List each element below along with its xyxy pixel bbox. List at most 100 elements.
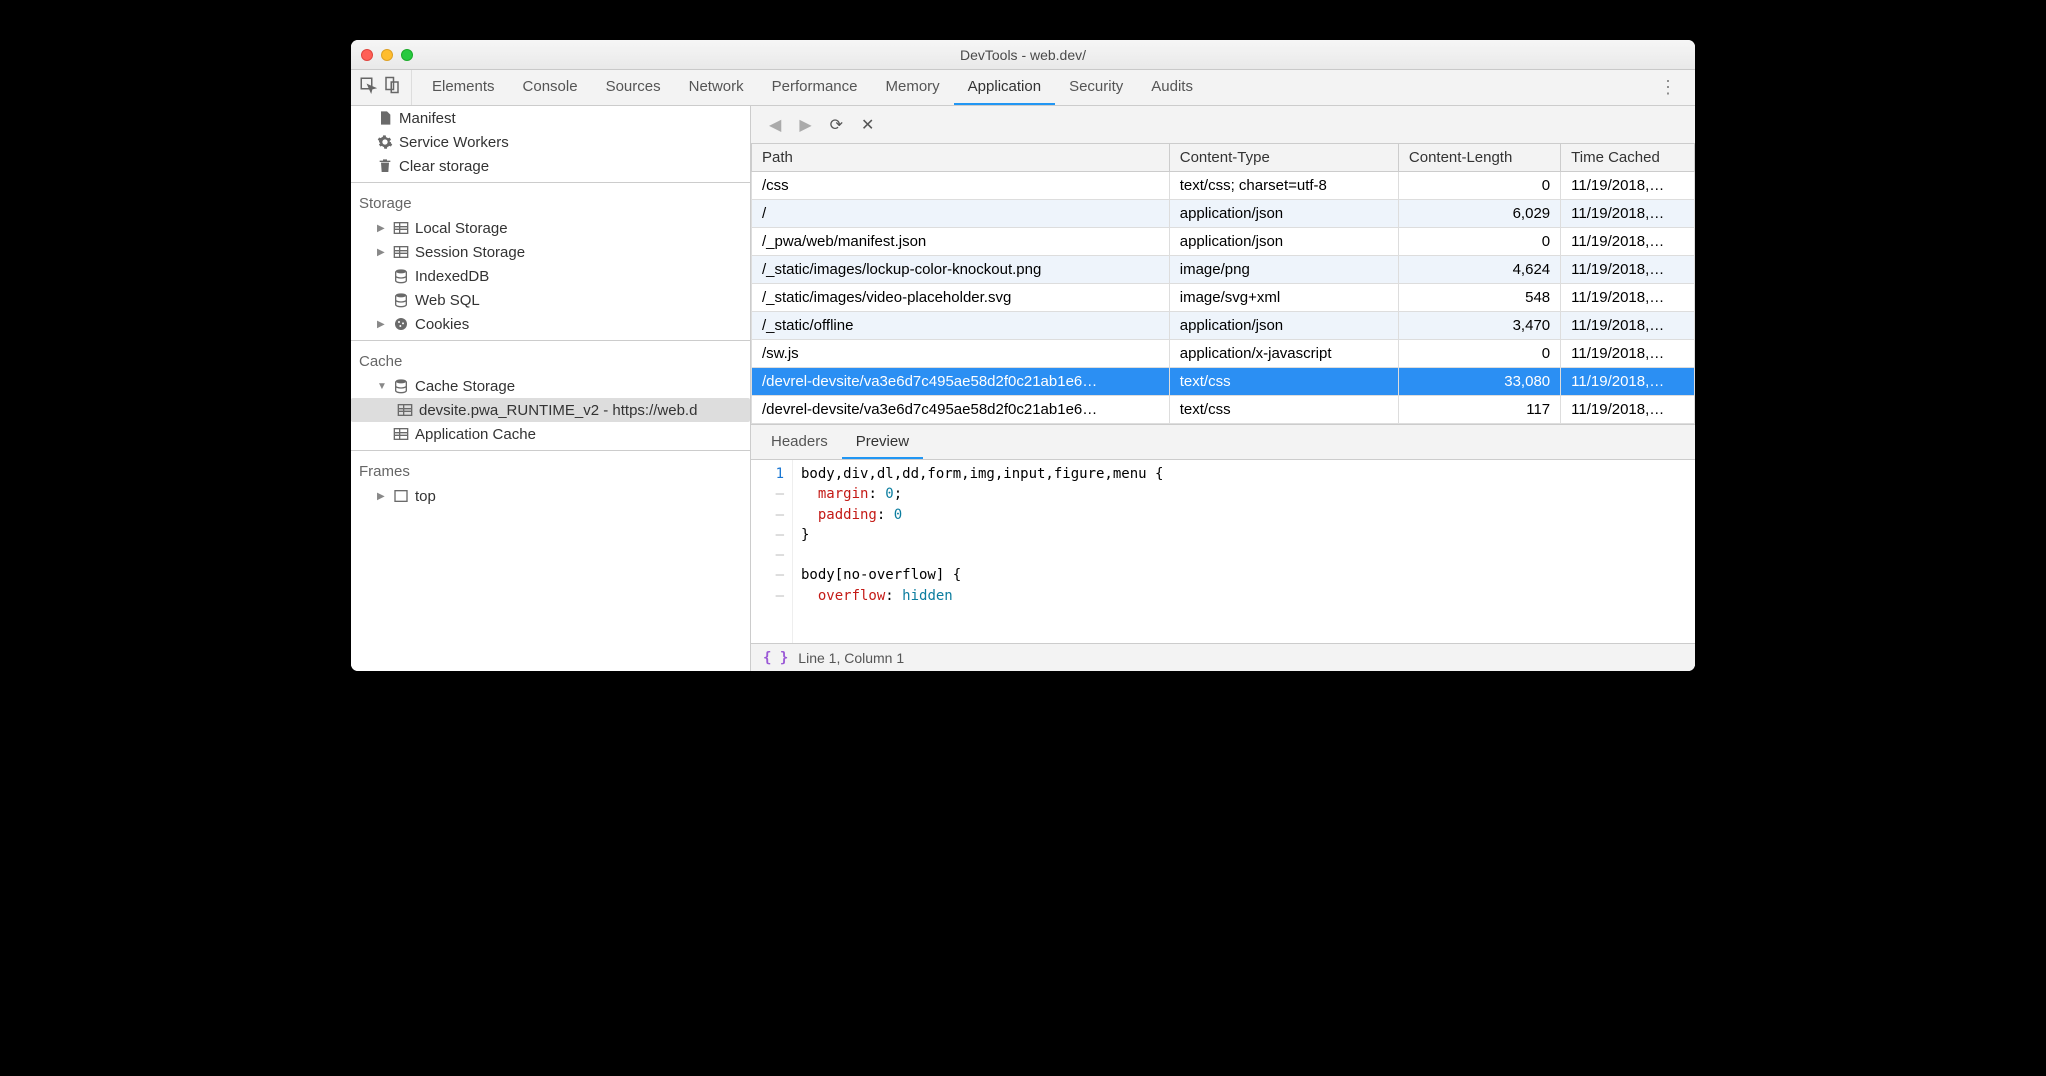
cache-table: Path Content-Type Content-Length Time Ca… (751, 144, 1695, 424)
tab-memory[interactable]: Memory (872, 70, 954, 105)
sidebar-item-websql[interactable]: Web SQL (351, 288, 750, 312)
inspect-tools (359, 70, 412, 105)
grid-icon (393, 426, 409, 442)
sidebar-label: Clear storage (399, 158, 489, 175)
cell-ct: application/json (1169, 228, 1398, 256)
sidebar-item-indexeddb[interactable]: IndexedDB (351, 264, 750, 288)
cell-path: /css (752, 172, 1170, 200)
frame-icon (393, 488, 409, 504)
code-text[interactable]: body,div,dl,dd,form,img,input,figure,men… (793, 460, 1171, 643)
col-content-type[interactable]: Content-Type (1169, 144, 1398, 172)
col-path[interactable]: Path (752, 144, 1170, 172)
db-icon (393, 268, 409, 284)
col-content-length[interactable]: Content-Length (1398, 144, 1560, 172)
sidebar-item-service-workers[interactable]: Service Workers (351, 130, 750, 154)
close-icon[interactable] (361, 49, 373, 61)
sidebar-label: Local Storage (415, 220, 508, 237)
more-icon[interactable]: ⋮ (1649, 70, 1687, 105)
tab-elements[interactable]: Elements (418, 70, 509, 105)
panel-tabs: Elements Console Sources Network Perform… (351, 70, 1695, 106)
sidebar-label: devsite.pwa_RUNTIME_v2 - https://web.d (419, 402, 697, 419)
grid-icon (393, 244, 409, 260)
table-row[interactable]: /devrel-devsite/va3e6d7c495ae58d2f0c21ab… (752, 368, 1695, 396)
cell-ct: text/css; charset=utf-8 (1169, 172, 1398, 200)
refresh-icon[interactable]: ⟳ (830, 115, 843, 135)
sidebar-item-manifest[interactable]: Manifest (351, 106, 750, 130)
cell-len: 548 (1398, 284, 1560, 312)
tab-sources[interactable]: Sources (592, 70, 675, 105)
status-bar: { } Line 1, Column 1 (751, 643, 1695, 671)
sidebar-label: Application Cache (415, 426, 536, 443)
sidebar-label: Cookies (415, 316, 469, 333)
tab-application[interactable]: Application (954, 70, 1055, 105)
cell-time: 11/19/2018,… (1561, 284, 1695, 312)
cell-path: /devrel-devsite/va3e6d7c495ae58d2f0c21ab… (752, 368, 1170, 396)
format-icon[interactable]: { } (763, 650, 788, 666)
file-icon (377, 110, 393, 126)
sidebar-item-clear-storage[interactable]: Clear storage (351, 154, 750, 178)
cell-ct: text/css (1169, 396, 1398, 424)
subtab-headers[interactable]: Headers (757, 425, 842, 459)
tab-performance[interactable]: Performance (758, 70, 872, 105)
grid-icon (397, 402, 413, 418)
sidebar-label: top (415, 488, 436, 505)
gutter: 1 –––––– (751, 460, 793, 643)
sidebar-item-cache-storage[interactable]: ▼ Cache Storage (351, 374, 750, 398)
main-panel: ◀ ▶ ⟳ ✕ Path Content-Type Content-Length… (751, 106, 1695, 671)
window-controls (361, 49, 413, 61)
cell-ct: application/x-javascript (1169, 340, 1398, 368)
cell-path: /sw.js (752, 340, 1170, 368)
subtab-preview[interactable]: Preview (842, 425, 923, 459)
devtools-window: DevTools - web.dev/ Elements Console Sou… (351, 40, 1695, 671)
grid-icon (393, 220, 409, 236)
sidebar-item-session-storage[interactable]: ▶ Session Storage (351, 240, 750, 264)
preview-subtabs: Headers Preview (751, 424, 1695, 460)
close-icon[interactable]: ✕ (861, 115, 874, 135)
cell-len: 0 (1398, 228, 1560, 256)
table-row[interactable]: /_static/images/video-placeholder.svgima… (752, 284, 1695, 312)
table-row[interactable]: /_static/offlineapplication/json3,47011/… (752, 312, 1695, 340)
prev-icon[interactable]: ◀ (769, 115, 781, 135)
col-time-cached[interactable]: Time Cached (1561, 144, 1695, 172)
minimize-icon[interactable] (381, 49, 393, 61)
trash-icon (377, 158, 393, 174)
cell-ct: image/svg+xml (1169, 284, 1398, 312)
device-icon[interactable] (383, 76, 401, 99)
sidebar-label: Web SQL (415, 292, 480, 309)
inspect-icon[interactable] (359, 76, 377, 99)
cell-time: 11/19/2018,… (1561, 256, 1695, 284)
table-row[interactable]: /_static/images/lockup-color-knockout.pn… (752, 256, 1695, 284)
cell-path: / (752, 200, 1170, 228)
cell-ct: application/json (1169, 200, 1398, 228)
next-icon[interactable]: ▶ (799, 115, 811, 135)
table-row[interactable]: /application/json6,02911/19/2018,… (752, 200, 1695, 228)
table-row[interactable]: /sw.jsapplication/x-javascript011/19/201… (752, 340, 1695, 368)
titlebar: DevTools - web.dev/ (351, 40, 1695, 70)
gear-icon (377, 134, 393, 150)
sidebar-item-application-cache[interactable]: Application Cache (351, 422, 750, 446)
sidebar-item-cookies[interactable]: ▶ Cookies (351, 312, 750, 336)
table-row[interactable]: /devrel-devsite/va3e6d7c495ae58d2f0c21ab… (752, 396, 1695, 424)
sidebar-item-local-storage[interactable]: ▶ Local Storage (351, 216, 750, 240)
sidebar-label: Cache Storage (415, 378, 515, 395)
cell-len: 6,029 (1398, 200, 1560, 228)
section-cache: Cache (351, 345, 750, 374)
cell-path: /devrel-devsite/va3e6d7c495ae58d2f0c21ab… (752, 396, 1170, 424)
cell-len: 117 (1398, 396, 1560, 424)
sidebar-item-frame-top[interactable]: ▶ top (351, 484, 750, 508)
tab-console[interactable]: Console (509, 70, 592, 105)
tab-network[interactable]: Network (675, 70, 758, 105)
db-icon (393, 292, 409, 308)
cell-time: 11/19/2018,… (1561, 396, 1695, 424)
cell-len: 3,470 (1398, 312, 1560, 340)
cache-toolbar: ◀ ▶ ⟳ ✕ (751, 106, 1695, 144)
cell-time: 11/19/2018,… (1561, 228, 1695, 256)
tab-audits[interactable]: Audits (1137, 70, 1207, 105)
zoom-icon[interactable] (401, 49, 413, 61)
table-row[interactable]: /_pwa/web/manifest.jsonapplication/json0… (752, 228, 1695, 256)
cell-time: 11/19/2018,… (1561, 200, 1695, 228)
sidebar-label: IndexedDB (415, 268, 489, 285)
tab-security[interactable]: Security (1055, 70, 1137, 105)
table-row[interactable]: /csstext/css; charset=utf-8011/19/2018,… (752, 172, 1695, 200)
sidebar-item-cache-entry[interactable]: devsite.pwa_RUNTIME_v2 - https://web.d (351, 398, 750, 422)
